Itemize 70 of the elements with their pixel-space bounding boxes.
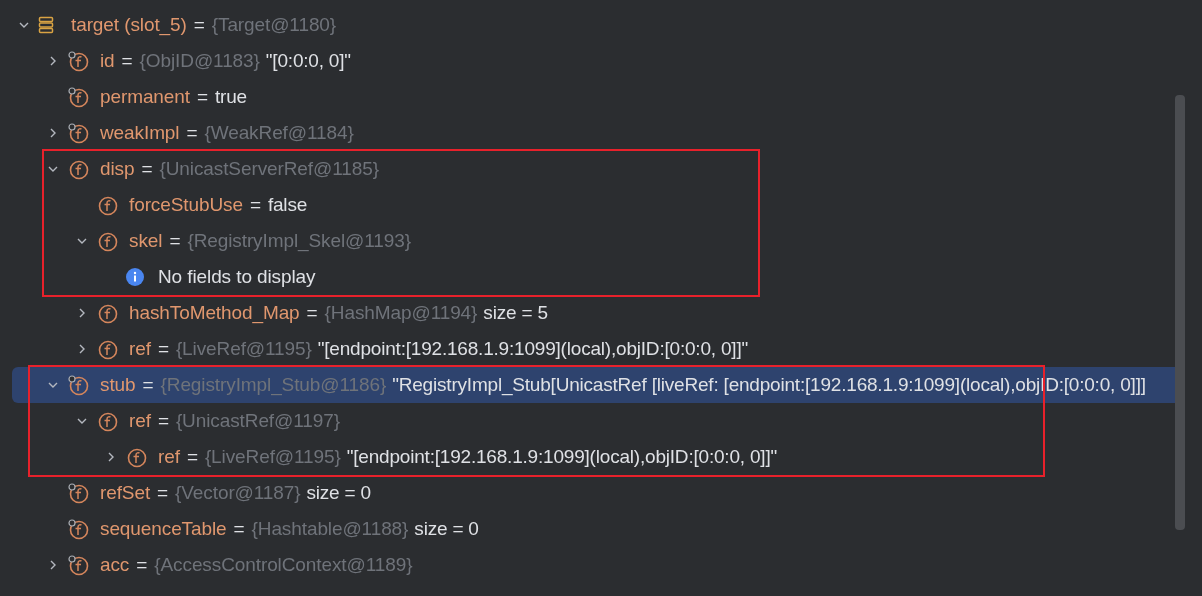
equals-sign: = bbox=[120, 48, 134, 73]
tree-row[interactable]: refSet = {Vector@1187} size = 0 bbox=[0, 475, 1175, 511]
tree-row[interactable]: weakImpl = {WeakRef@1184} bbox=[0, 115, 1175, 151]
equals-sign: = bbox=[185, 120, 199, 145]
type-label: {UnicastRef@1197} bbox=[175, 408, 340, 433]
equals-sign: = bbox=[141, 372, 155, 397]
equals-sign: = bbox=[305, 300, 319, 325]
variable-name: target (slot_5) bbox=[71, 12, 187, 38]
variable-value: "[0:0:0, 0]" bbox=[265, 48, 351, 73]
tree-row[interactable]: hashToMethod_Map = {HashMap@1194} size = 5 bbox=[0, 295, 1175, 331]
equals-sign: = bbox=[135, 552, 149, 577]
type-label: {AccessControlContext@1189} bbox=[154, 552, 413, 577]
type-label: {HashMap@1194} bbox=[324, 300, 478, 325]
equals-sign: = bbox=[156, 480, 170, 505]
tree-row[interactable]: target (slot_5) = {Target@1180} bbox=[0, 7, 1175, 43]
tree-row[interactable]: acc = {AccessControlContext@1189} bbox=[0, 547, 1175, 583]
tree-row[interactable]: permanent = true bbox=[0, 79, 1175, 115]
type-label: {Vector@1187} bbox=[175, 480, 301, 505]
tree-row[interactable]: No fields to display bbox=[0, 259, 1175, 295]
stack-icon bbox=[38, 16, 54, 34]
variable-name: skel bbox=[129, 228, 163, 253]
equals-sign: = bbox=[156, 408, 170, 433]
tree-row[interactable]: skel = {RegistryImpl_Skel@1193} bbox=[0, 223, 1175, 259]
type-label: {RegistryImpl_Skel@1193} bbox=[187, 228, 411, 254]
tree-row[interactable]: ref = {UnicastRef@1197} bbox=[0, 403, 1175, 439]
equals-sign: = bbox=[168, 228, 182, 253]
variable-name: permanent bbox=[100, 84, 190, 109]
type-label: {Target@1180} bbox=[211, 12, 337, 37]
scrollbar-thumb[interactable] bbox=[1175, 95, 1185, 530]
type-label: {Hashtable@1188} bbox=[251, 516, 409, 541]
variable-value: true bbox=[214, 84, 247, 109]
equals-sign: = bbox=[185, 444, 199, 469]
variable-value: size = 5 bbox=[483, 300, 548, 325]
type-label: {UnicastServerRef@1185} bbox=[159, 156, 379, 181]
equals-sign: = bbox=[248, 192, 262, 217]
info-message: No fields to display bbox=[158, 264, 316, 289]
variable-name: acc bbox=[100, 552, 130, 577]
type-label: {LiveRef@1195} bbox=[175, 336, 312, 361]
tree-row[interactable]: sequenceTable = {Hashtable@1188} size = 0 bbox=[0, 511, 1175, 547]
variable-name: ref bbox=[129, 336, 151, 361]
type-label: {ObjID@1183} bbox=[139, 48, 260, 73]
equals-sign: = bbox=[195, 84, 209, 109]
tree-row[interactable]: ref = {LiveRef@1195} "[endpoint:[192.168.1.9:1099](local),objID:[0:0:0, 0]]" bbox=[0, 439, 1175, 475]
type-label: {LiveRef@1195} bbox=[204, 444, 341, 469]
variable-name: disp bbox=[100, 156, 135, 181]
equals-sign: = bbox=[140, 156, 154, 181]
variable-name: ref bbox=[158, 444, 180, 469]
variable-value: false bbox=[267, 192, 308, 217]
type-label: {WeakRef@1184} bbox=[204, 120, 354, 145]
variable-name: stub bbox=[100, 372, 136, 397]
variable-value: "[endpoint:[192.168.1.9:1099](local),objID:[0:0:0, 0]]" bbox=[346, 444, 778, 469]
variable-name: refSet bbox=[100, 480, 151, 505]
variable-value: size = 0 bbox=[306, 480, 371, 505]
tree-row[interactable]: forceStubUse = false bbox=[0, 187, 1175, 223]
tree-row[interactable]: id = {ObjID@1183} "[0:0:0, 0]" bbox=[0, 43, 1175, 79]
variable-name: id bbox=[100, 48, 115, 73]
variable-name: forceStubUse bbox=[129, 192, 243, 217]
type-label: {RegistryImpl_Stub@1186} bbox=[160, 372, 387, 398]
tree-row[interactable]: disp = {UnicastServerRef@1185} bbox=[0, 151, 1175, 187]
equals-sign: = bbox=[192, 12, 206, 37]
variable-name: hashToMethod_Map bbox=[129, 300, 300, 326]
variable-name: ref bbox=[129, 408, 151, 433]
equals-sign: = bbox=[232, 516, 246, 541]
equals-sign: = bbox=[156, 336, 170, 361]
variable-value: size = 0 bbox=[414, 516, 479, 541]
info-icon bbox=[125, 267, 145, 287]
variable-name: weakImpl bbox=[100, 120, 180, 145]
tree-row[interactable]: ref = {LiveRef@1195} "[endpoint:[192.168.1.9:1099](local),objID:[0:0:0, 0]]" bbox=[0, 331, 1175, 367]
variable-value: "[endpoint:[192.168.1.9:1099](local),objID:[0:0:0, 0]]" bbox=[317, 336, 749, 361]
variable-name: sequenceTable bbox=[100, 516, 227, 541]
